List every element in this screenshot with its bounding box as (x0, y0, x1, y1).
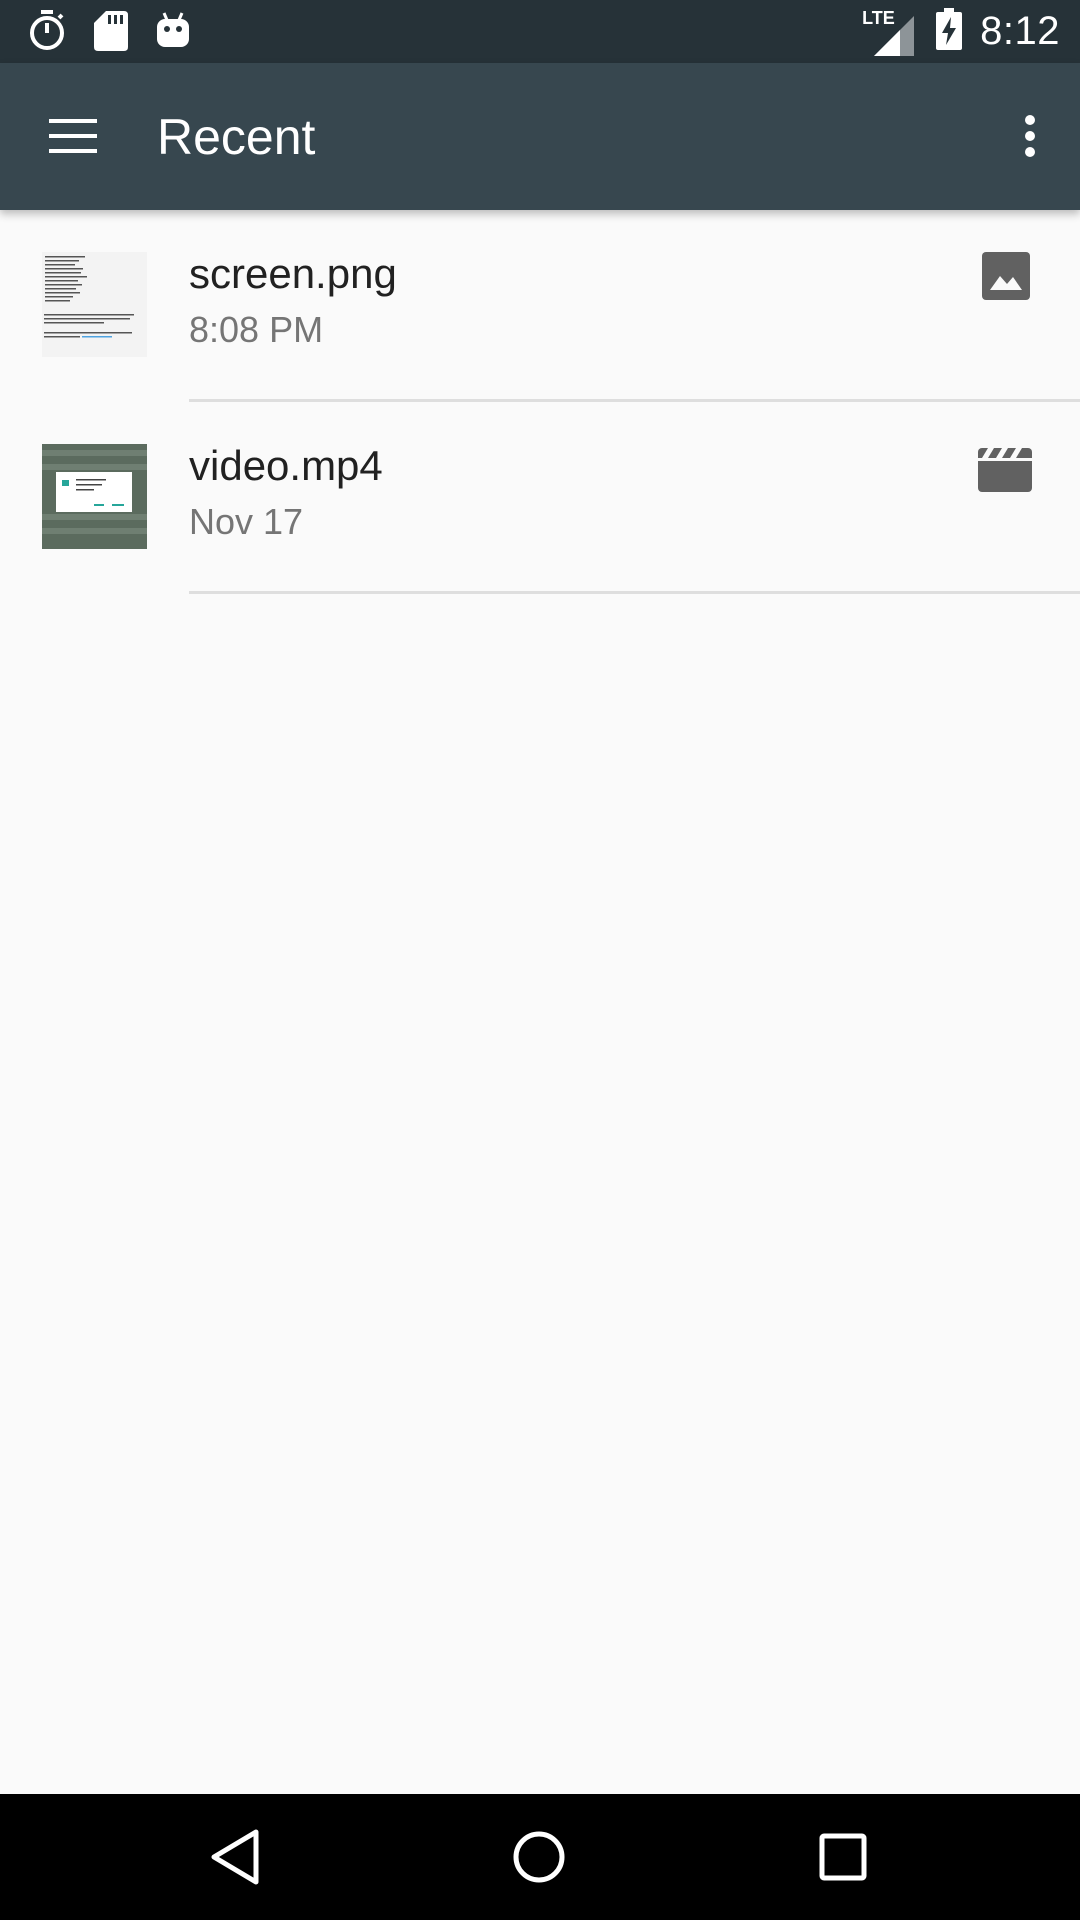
nav-back-button[interactable] (203, 1824, 269, 1890)
battery-charging-icon (936, 8, 963, 55)
file-name: video.mp4 (189, 442, 383, 489)
list-divider (189, 591, 1080, 594)
stopwatch-icon (28, 10, 66, 57)
hamburger-menu-icon (49, 119, 97, 153)
app-bar: Recent (0, 63, 1080, 210)
back-triangle-icon (211, 1829, 259, 1885)
status-time: 8:12 (980, 9, 1060, 53)
nav-recents-button[interactable] (810, 1824, 876, 1890)
file-list-item-video-mp4[interactable]: video.mp4 Nov 17 (0, 402, 1080, 594)
status-bar-system: LTE 8:12 (862, 0, 1060, 63)
sd-card-icon (94, 11, 128, 56)
movie-icon (978, 444, 1034, 496)
nav-home-button[interactable] (506, 1824, 572, 1890)
file-date: 8:08 PM (189, 309, 324, 350)
file-name: screen.png (189, 250, 397, 297)
signal-icon: LTE (862, 8, 915, 56)
home-circle-icon (513, 1831, 565, 1883)
recents-square-icon (819, 1833, 867, 1881)
status-bar-notifications (28, 10, 190, 57)
file-thumbnail (42, 444, 147, 549)
more-vert-icon (1025, 115, 1035, 157)
overflow-menu-button[interactable] (1010, 108, 1050, 164)
navigation-menu-button[interactable] (38, 108, 108, 164)
system-navigation-bar (0, 1794, 1080, 1920)
image-icon (978, 252, 1034, 304)
file-list-item-screen-png[interactable]: screen.png 8:08 PM (0, 210, 1080, 402)
android-icon (156, 11, 190, 56)
file-date: Nov 17 (189, 501, 304, 542)
page-title: Recent (157, 109, 316, 165)
recent-file-list: screen.png 8:08 PM video.mp4 Nov 17 (0, 210, 1080, 1794)
file-thumbnail (42, 252, 147, 357)
status-bar: LTE 8:12 (0, 0, 1080, 63)
